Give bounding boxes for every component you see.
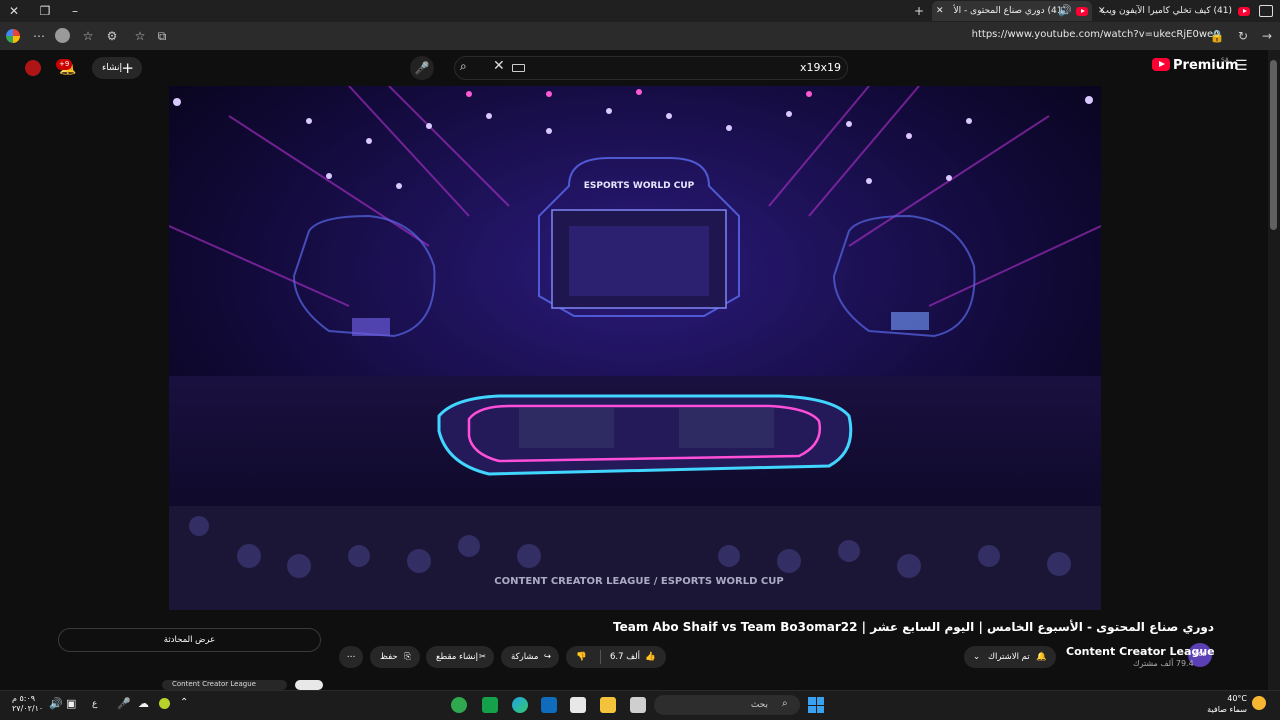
minimize-window-icon[interactable]: –: [66, 2, 84, 20]
new-tab-icon[interactable]: +: [910, 2, 928, 20]
clip-button[interactable]: إنشاء مقطع ✂: [426, 646, 494, 668]
task-view-icon[interactable]: [630, 697, 646, 713]
save-label: حفظ: [380, 652, 398, 662]
youtube-favicon-icon: [1076, 7, 1088, 16]
like-count: 6.7 ألف: [610, 652, 640, 662]
screen-logo: ESPORTS WORLD CUP: [584, 181, 695, 191]
share-icon: ↪: [543, 652, 551, 662]
filter-chip[interactable]: Content Creator League: [162, 680, 287, 690]
clip-label: إنشاء مقطع: [436, 652, 478, 662]
add-favorite-icon[interactable]: ☆: [132, 28, 148, 44]
share-label: مشاركة: [511, 652, 539, 662]
tab-audio-icon[interactable]: 🔊: [1058, 1, 1072, 21]
youtube-logo-icon: [1152, 58, 1170, 71]
edge-icon[interactable]: [512, 697, 528, 713]
account-avatar-icon[interactable]: [23, 58, 43, 78]
voice-search-icon[interactable]: 🎤: [410, 56, 434, 80]
search-input[interactable]: x19x19: [800, 61, 841, 74]
refresh-icon[interactable]: ↻: [1235, 28, 1251, 44]
youtube-favicon-icon: [1238, 7, 1250, 16]
share-button[interactable]: مشاركة ↪: [501, 646, 559, 668]
more-menu-icon[interactable]: ⋯: [31, 28, 47, 44]
clock-date: ٢٧/٠٢/١٠: [12, 704, 44, 713]
weather-temp: 40°C: [1227, 694, 1247, 703]
video-title: دوري صناع المحتوى - الأسبوع الخامس | الي…: [612, 620, 1214, 634]
channel-name[interactable]: Content Creator League: [1066, 645, 1215, 658]
microsoft-store-icon[interactable]: [570, 697, 586, 713]
profile-avatar-icon[interactable]: [55, 28, 70, 43]
copilot-icon[interactable]: [6, 29, 20, 43]
like-dislike-group: 👎 6.7 ألف 👍: [566, 646, 666, 668]
start-button[interactable]: [808, 697, 824, 713]
create-label: إنشاء: [102, 63, 123, 73]
microphone-icon[interactable]: 🎤: [117, 697, 131, 710]
tab-label: (41) كيف تخلي كاميرا الآيفون ويب: [1100, 6, 1232, 16]
create-button[interactable]: إنشاء +: [92, 57, 142, 79]
clear-search-icon[interactable]: ✕: [493, 58, 505, 74]
weather-widget[interactable]: 40°C سماء صافية: [1207, 693, 1247, 715]
chevron-down-icon: ⌄: [973, 652, 981, 662]
more-actions-button[interactable]: ⋯: [339, 646, 363, 668]
url-field[interactable]: https://www.youtube.com/watch?v=ukecRjE0…: [972, 29, 1220, 40]
subscribed-button[interactable]: ⌄ تم الاشتراك 🔔: [964, 646, 1056, 668]
volume-icon[interactable]: 🔊: [49, 697, 63, 710]
scrollbar-thumb[interactable]: [1270, 60, 1277, 230]
close-window-icon[interactable]: ✕: [5, 2, 23, 20]
search-icon: ⌕: [782, 698, 788, 709]
guide-menu-icon[interactable]: ☰: [1235, 58, 1248, 74]
save-button[interactable]: حفظ ⎘: [370, 646, 420, 668]
input-language[interactable]: ع: [92, 699, 97, 709]
plus-icon: +: [121, 59, 134, 77]
browser-essentials-icon[interactable]: ⚙: [104, 28, 120, 44]
split-screen-icon[interactable]: ⧉: [154, 28, 170, 44]
bookmark-icon: ⎘: [404, 652, 411, 662]
tray-app-icon[interactable]: [159, 698, 170, 709]
network-icon[interactable]: ▣: [66, 697, 76, 710]
taskbar-clock[interactable]: ٥:٠٩ م ٢٧/٠٢/١٠: [12, 694, 43, 714]
onedrive-icon[interactable]: ☁: [138, 697, 149, 710]
tab-label: (41) دوري صناع المحتوى - الأ: [953, 6, 1066, 16]
notification-count-badge: +9: [56, 59, 73, 70]
show-hidden-icons-icon[interactable]: ⌃: [180, 697, 188, 708]
outlook-icon[interactable]: [541, 697, 557, 713]
search-icon[interactable]: ⌕: [460, 59, 467, 74]
taskbar-search[interactable]: بحث: [654, 695, 800, 715]
xbox-app-icon[interactable]: [482, 697, 498, 713]
favorites-icon[interactable]: ☆: [80, 28, 96, 44]
tab-close-icon[interactable]: ✕: [936, 1, 944, 21]
sun-icon: [1252, 696, 1266, 710]
video-frame: ESPORTS WORLD CUP CONTENT CREATOR LEAGUE…: [169, 86, 1101, 610]
file-explorer-icon[interactable]: [600, 697, 616, 713]
filter-chip-active[interactable]: [295, 680, 323, 690]
browser-tab-strip: ✕ ❐ – + ✕ (41) دوري صناع المحتوى - الأ 🔊…: [0, 0, 1280, 22]
whatsapp-icon[interactable]: [451, 697, 467, 713]
restore-window-icon[interactable]: ❐: [36, 2, 54, 20]
scissors-icon: ✂: [478, 652, 486, 662]
keyboard-icon[interactable]: [512, 64, 525, 72]
stage-logo: CONTENT CREATOR LEAGUE / ESPORTS WORLD C…: [494, 576, 783, 587]
address-bar: ⋯ ☆ ⚙ ☆ ⧉ https://www.youtube.com/watch?…: [0, 22, 1280, 50]
region-code: SA: [1221, 57, 1230, 64]
lock-icon[interactable]: 🔒: [1209, 28, 1225, 44]
video-player[interactable]: ESPORTS WORLD CUP CONTENT CREATOR LEAGUE…: [169, 86, 1101, 610]
tab-actions-icon[interactable]: [1259, 5, 1273, 17]
clock-time: ٥:٠٩ م: [12, 694, 36, 703]
like-button[interactable]: 👍: [645, 646, 656, 668]
divider: [600, 650, 601, 664]
weather-description: سماء صافية: [1207, 705, 1247, 714]
dislike-button[interactable]: 👎: [576, 646, 587, 668]
subscriber-count: 79.4 ألف مشترك: [1133, 659, 1194, 668]
tab-other[interactable]: ✕ (41) كيف تخلي كاميرا الآيفون ويب: [1096, 1, 1254, 21]
bell-icon: 🔔: [1036, 652, 1047, 662]
forward-icon[interactable]: →: [1259, 28, 1275, 44]
subscribe-label: تم الاشتراك: [988, 652, 1030, 662]
show-chat-button[interactable]: عرض المحادثة: [58, 628, 321, 652]
